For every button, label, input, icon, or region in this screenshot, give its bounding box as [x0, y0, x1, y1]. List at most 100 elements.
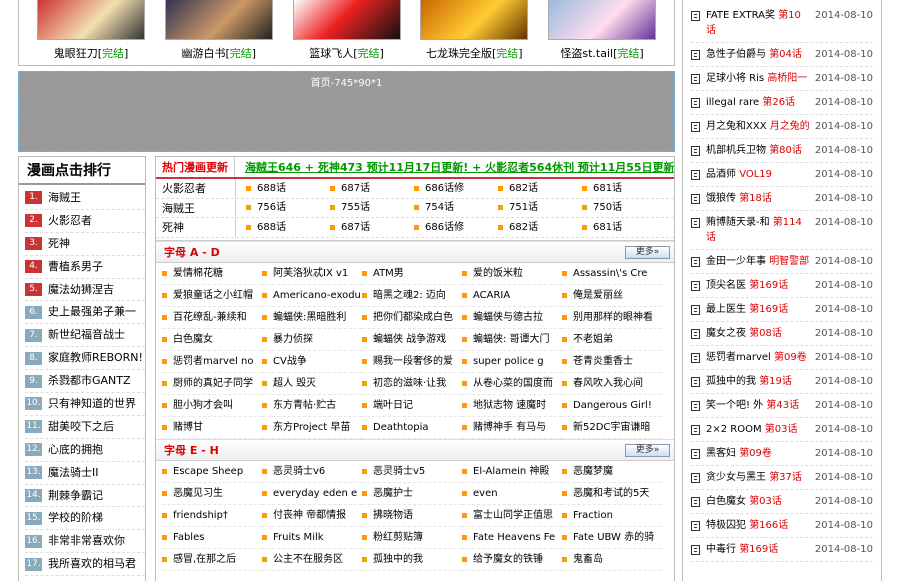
cover-image[interactable]: [37, 0, 145, 40]
rank-item[interactable]: 13. 魔法骑士II: [25, 462, 145, 485]
comic-link[interactable]: friendship†: [162, 505, 262, 527]
update-title[interactable]: 急性子伯爵与: [706, 49, 766, 60]
comic-link[interactable]: Americano-exodu: [262, 285, 362, 307]
cover-item[interactable]: 篮球飞人[完结]: [287, 0, 407, 61]
comic-link[interactable]: 公主不在服务区: [262, 549, 362, 571]
comic-link[interactable]: 感冒,在那之后: [162, 549, 262, 571]
comic-link[interactable]: 惩罚者marvel no: [162, 351, 262, 373]
update-item[interactable]: 饿狼传 第18话 2014-08-10: [691, 187, 873, 211]
comic-link[interactable]: 恶魔护士: [362, 483, 462, 505]
rank-item[interactable]: 9. 杀戮都市GANTZ: [25, 370, 145, 394]
update-title[interactable]: FATE EXTRA奖: [706, 10, 775, 21]
comic-link[interactable]: 不老姐弟: [562, 329, 662, 351]
rank-title[interactable]: 新世纪福音战士: [48, 324, 125, 346]
update-item[interactable]: 特极囚犯 第166话 2014-08-10: [691, 514, 873, 538]
comic-link[interactable]: 恶灵骑士v5: [362, 461, 462, 483]
update-title[interactable]: 品酒师: [706, 169, 736, 180]
rank-item[interactable]: 2. 火影忍者: [25, 210, 145, 233]
comic-link[interactable]: Fraction: [562, 505, 662, 527]
comic-link[interactable]: 赌博甘: [162, 417, 262, 439]
rank-item[interactable]: 4. 曹植系男子: [25, 256, 145, 279]
update-item[interactable]: 品酒师 VOL19 2014-08-10: [691, 163, 873, 187]
cover-title[interactable]: 七龙珠完全版: [426, 47, 492, 60]
update-item[interactable]: 黑客妇 第09卷 2014-08-10: [691, 442, 873, 466]
comic-link[interactable]: 富士山同学正值思: [462, 505, 562, 527]
cover-item[interactable]: 怪盗st.tail[完结]: [542, 0, 662, 61]
hot-episode-link[interactable]: 682话: [488, 179, 572, 198]
comic-link[interactable]: 鬼畜岛: [562, 549, 662, 571]
comic-link[interactable]: Fate Heavens Fe: [462, 527, 562, 549]
rank-title[interactable]: 曹植系男子: [48, 256, 103, 278]
comic-link[interactable]: 恶灵骑士v6: [262, 461, 362, 483]
update-title[interactable]: 惩罚者marvel: [706, 352, 771, 363]
update-item[interactable]: 惩罚者marvel 第09卷 2014-08-10: [691, 346, 873, 370]
update-title[interactable]: 2×2 ROOM: [706, 424, 762, 435]
update-title[interactable]: 孤独中的我: [706, 376, 756, 387]
comic-link[interactable]: 暗黑之魂2: 迈向: [362, 285, 462, 307]
hot-episode-link[interactable]: 686话修: [404, 218, 488, 237]
rank-item[interactable]: 5. 魔法幼狮涅吉: [25, 279, 145, 302]
comic-link[interactable]: 粉红剪贴簿: [362, 527, 462, 549]
comic-link[interactable]: 春风吹入我心间: [562, 373, 662, 395]
comic-link[interactable]: 初恋的滋味·让我: [362, 373, 462, 395]
comic-link[interactable]: 阿芙洛狄忒IX v1: [262, 263, 362, 285]
rank-item[interactable]: 10. 只有神知道的世界: [25, 393, 145, 416]
cover-item[interactable]: 鬼眼狂刀[完结]: [31, 0, 151, 61]
cover-title[interactable]: 幽游白书: [181, 47, 225, 60]
cover-item[interactable]: 幽游白书[完结]: [159, 0, 279, 61]
update-item[interactable]: 月之兔和XXX 月之兔的 2014-08-10: [691, 115, 873, 139]
comic-link[interactable]: 给予魔女的铁锤: [462, 549, 562, 571]
comic-link[interactable]: 蝙蝠侠: 哥谭大门: [462, 329, 562, 351]
rank-title[interactable]: 史上最强弟子兼一: [48, 301, 136, 323]
comic-link[interactable]: 恶魔梦魔: [562, 461, 662, 483]
comic-link[interactable]: El-Alamein 神殿: [462, 461, 562, 483]
comic-link[interactable]: 百花缭乱-兼续和: [162, 307, 262, 329]
cover-title[interactable]: 篮球飞人: [309, 47, 353, 60]
comic-link[interactable]: 赌博神手 有马与: [462, 417, 562, 439]
comic-link[interactable]: 恶魔和考试的5天: [562, 483, 662, 505]
rank-title[interactable]: 甜美咬下之后: [48, 416, 114, 438]
cover-item[interactable]: 七龙珠完全版[完结]: [414, 0, 534, 61]
hot-episode-link[interactable]: 755话: [320, 199, 404, 218]
rank-title[interactable]: 只有神知道的世界: [48, 393, 136, 415]
hot-episode-link[interactable]: 686话修: [404, 179, 488, 198]
update-title[interactable]: 白色魔女: [706, 496, 746, 507]
more-button[interactable]: 更多»: [625, 444, 670, 457]
rank-item[interactable]: 6. 史上最强弟子兼一: [25, 301, 145, 325]
update-title[interactable]: 足球小将 Ris: [706, 73, 764, 84]
comic-link[interactable]: 超人 毁灭: [262, 373, 362, 395]
rank-title[interactable]: 学校的阶梯: [48, 507, 103, 529]
cover-image[interactable]: [420, 0, 529, 40]
update-item[interactable]: 顶尖名医 第169话 2014-08-10: [691, 274, 873, 298]
rank-title[interactable]: 杀戮都市GANTZ: [48, 370, 131, 392]
more-button[interactable]: 更多»: [625, 246, 670, 259]
update-item[interactable]: 急性子伯爵与 第04话 2014-08-10: [691, 43, 873, 67]
update-item[interactable]: 中毒行 第169话 2014-08-10: [691, 538, 873, 562]
ad-banner[interactable]: 首页-745*90*1: [18, 71, 675, 152]
comic-link[interactable]: 爱情棉花糖: [162, 263, 262, 285]
rank-item[interactable]: 17. 我所喜欢的相马君: [25, 553, 145, 577]
comic-link[interactable]: 东方青帖·贮古: [262, 395, 362, 417]
hot-episode-link[interactable]: 688话: [236, 179, 320, 198]
comic-link[interactable]: Fables: [162, 527, 262, 549]
hot-episode-link[interactable]: 751话: [488, 199, 572, 218]
rank-item[interactable]: 15. 学校的阶梯: [25, 507, 145, 531]
update-item[interactable]: 孤独中的我 第19话 2014-08-10: [691, 370, 873, 394]
comic-link[interactable]: 孤独中的我: [362, 549, 462, 571]
rank-item[interactable]: 3. 死神: [25, 233, 145, 256]
rank-item[interactable]: 7. 新世纪福音战士: [25, 324, 145, 348]
update-title[interactable]: 顶尖名医: [706, 280, 746, 291]
rank-item[interactable]: 1. 海贼王: [25, 187, 145, 210]
rank-title[interactable]: 魔法骑士II: [48, 462, 99, 484]
comic-link[interactable]: 蝙蝠侠 战争游戏: [362, 329, 462, 351]
comic-link[interactable]: Fate UBW 赤的骑: [562, 527, 662, 549]
rank-title[interactable]: 非常非常喜欢你: [48, 530, 125, 552]
rank-title[interactable]: 我所喜欢的相马君: [48, 553, 136, 575]
comic-link[interactable]: 付丧神 帝都情报: [262, 505, 362, 527]
rank-title[interactable]: 心底的拥抱: [48, 439, 103, 461]
comic-link[interactable]: 新52DC宇宙谦暗: [562, 417, 662, 439]
hot-episode-link[interactable]: 756话: [236, 199, 320, 218]
update-title[interactable]: 特极囚犯: [706, 520, 746, 531]
comic-link[interactable]: 暴力侦探: [262, 329, 362, 351]
rank-item[interactable]: 16. 非常非常喜欢你: [25, 530, 145, 554]
